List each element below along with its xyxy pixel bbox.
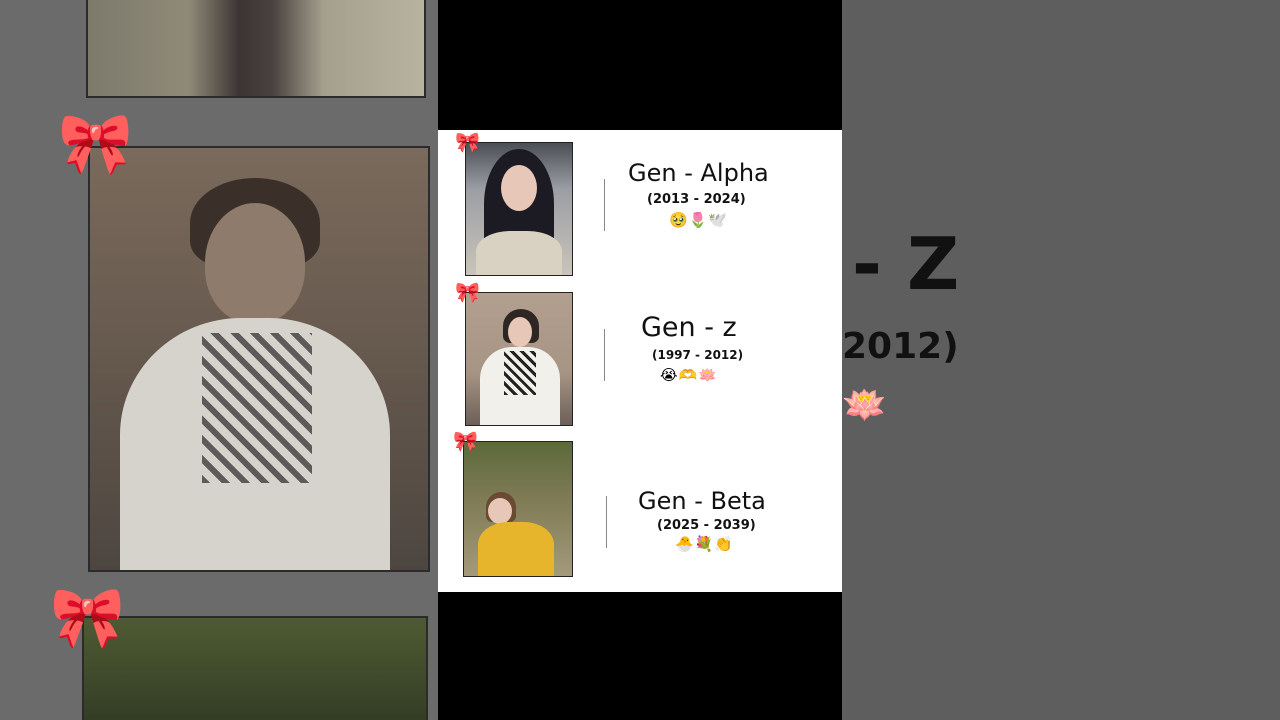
bow-icon: 🎀 xyxy=(455,280,480,304)
photo-figure-face xyxy=(501,165,537,211)
photo-gen-alpha xyxy=(465,142,573,276)
photo-figure-face xyxy=(508,317,532,347)
photo-gen-beta xyxy=(463,441,573,577)
photo-figure-face xyxy=(488,498,512,524)
background-figure-embroidery xyxy=(202,333,312,483)
background-photo-beta xyxy=(82,616,428,720)
generation-entry-beta: 🎀 Gen - Beta (2025 - 2039) 🐣💐👏 xyxy=(438,431,842,581)
generations-card: 🎀 Gen - Alpha (2013 - 2024) 🥹🌷🕊️ 🎀 Gen -… xyxy=(438,130,842,592)
bow-icon: 🎀 xyxy=(455,130,480,154)
generation-entry-z: 🎀 Gen - z (1997 - 2012) 😭🫶🪷 xyxy=(438,282,842,432)
background-big-title: - Z xyxy=(852,222,960,306)
generation-emojis: 🐣💐👏 xyxy=(675,535,735,553)
divider xyxy=(606,496,607,548)
generation-years: (2013 - 2024) xyxy=(647,192,746,207)
bow-icon: 🎀 xyxy=(58,109,133,179)
generation-emojis: 🥹🌷🕊️ xyxy=(669,211,729,229)
photo-gen-z xyxy=(465,292,573,426)
photo-figure-embroidery xyxy=(504,351,536,395)
generation-title: Gen - Alpha xyxy=(628,159,769,187)
generation-emojis: 😭🫶🪷 xyxy=(660,366,718,384)
lotus-icon: 🪷 xyxy=(842,385,887,426)
generation-title: Gen - Beta xyxy=(638,487,766,515)
video-frame[interactable]: 🎀 Gen - Alpha (2013 - 2024) 🥹🌷🕊️ 🎀 Gen -… xyxy=(438,0,842,720)
generation-entry-alpha: 🎀 Gen - Alpha (2013 - 2024) 🥹🌷🕊️ xyxy=(438,132,842,282)
background-photo-alpha xyxy=(86,0,426,98)
bow-icon: 🎀 xyxy=(50,583,125,653)
background-big-years: 2012) xyxy=(842,326,959,367)
divider xyxy=(604,179,605,231)
generation-years: (1997 - 2012) xyxy=(652,348,744,362)
photo-figure-dress xyxy=(476,231,562,275)
background-figure-face xyxy=(205,203,305,323)
blurred-background-left: 🎀 🎀 xyxy=(0,0,438,720)
photo-figure-dress xyxy=(478,522,554,576)
background-photo-z xyxy=(88,146,430,572)
bow-icon: 🎀 xyxy=(453,429,478,453)
generation-years: (2025 - 2039) xyxy=(657,518,756,533)
divider xyxy=(604,329,605,381)
generation-title: Gen - z xyxy=(641,312,737,343)
